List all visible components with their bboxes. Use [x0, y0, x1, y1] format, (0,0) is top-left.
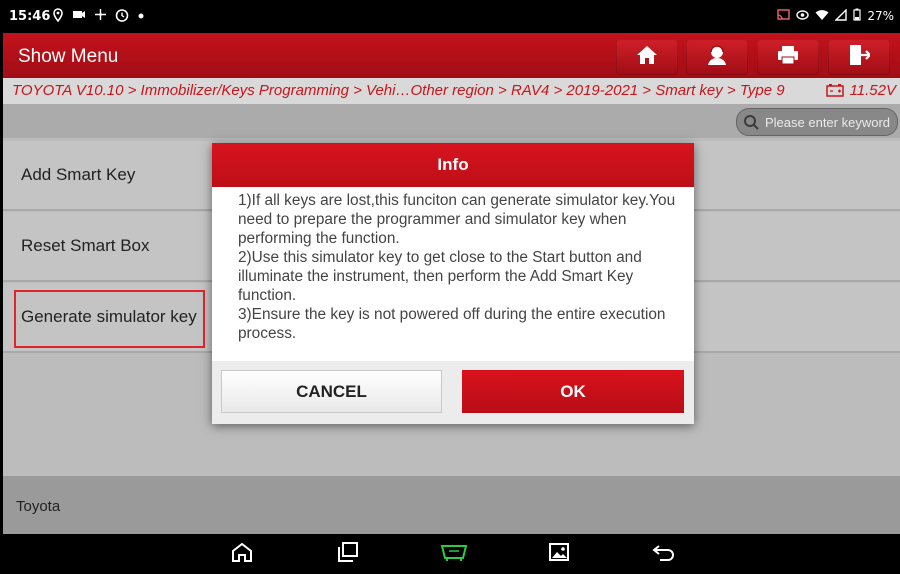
- system-nav-bar: [0, 534, 900, 574]
- search-row: [3, 104, 900, 138]
- location-icon: [52, 8, 64, 25]
- eye-icon: [796, 9, 810, 24]
- page-title: Show Menu: [18, 46, 119, 67]
- screenshot-icon: [548, 542, 570, 567]
- voltage-readout: 11.52V: [825, 78, 896, 104]
- exit-icon: [848, 44, 872, 71]
- dot-icon: [137, 8, 145, 25]
- battery-icon: [853, 8, 861, 24]
- home-button[interactable]: [616, 39, 678, 75]
- voltage-value: 11.52V: [849, 82, 896, 99]
- status-bar: 15:46 27%: [0, 0, 900, 33]
- selection-highlight: [14, 290, 205, 348]
- back-icon: [652, 542, 676, 567]
- home-icon: [636, 45, 658, 70]
- nav-recent-button[interactable]: [335, 541, 361, 567]
- video-icon: [72, 8, 86, 25]
- status-time: 15:46: [9, 9, 51, 24]
- footer-label: Toyota: [16, 498, 61, 515]
- dialog-line: 2)Use this simulator key to get close to…: [238, 249, 642, 304]
- cancel-button[interactable]: CANCEL: [221, 370, 442, 413]
- breadcrumb-path: TOYOTA V10.10 > Immobilizer/Keys Program…: [12, 82, 785, 99]
- info-dialog: Info 1)If all keys are lost,this funcito…: [212, 143, 694, 424]
- print-button[interactable]: [757, 39, 819, 75]
- dialog-button-row: CANCEL OK: [212, 361, 694, 424]
- print-icon: [777, 45, 799, 70]
- nav-screenshot-button[interactable]: [546, 542, 572, 566]
- signal-icon: [834, 7, 848, 24]
- fan-icon: [94, 8, 107, 25]
- cast-icon: [777, 8, 791, 24]
- menu-item-label: Add Smart Key: [21, 165, 136, 184]
- menu-item-label: Reset Smart Box: [21, 236, 150, 255]
- dialog-message: 1)If all keys are lost,this funciton can…: [238, 191, 678, 361]
- wifi-icon: [815, 9, 829, 24]
- dialog-line: 3)Ensure the key is not powered off duri…: [238, 306, 666, 342]
- nav-vci-button[interactable]: [438, 542, 470, 566]
- vci-icon: [439, 542, 469, 567]
- ok-button[interactable]: OK: [462, 370, 684, 413]
- search-box[interactable]: [736, 108, 900, 136]
- search-input[interactable]: [763, 113, 900, 131]
- footer-bar: Toyota: [3, 476, 900, 534]
- home-icon: [231, 542, 253, 567]
- battery-percent: 27%: [867, 9, 894, 23]
- timer-icon: [115, 8, 129, 25]
- recent-apps-icon: [337, 541, 359, 567]
- dialog-line: 1)If all keys are lost,this funciton can…: [238, 192, 676, 247]
- nav-back-button[interactable]: [651, 542, 677, 566]
- title-bar: Show Menu: [3, 33, 900, 78]
- dialog-title: Info: [212, 143, 694, 187]
- user-support-button[interactable]: [686, 39, 748, 75]
- search-icon: [743, 114, 759, 130]
- nav-home-button[interactable]: [229, 542, 255, 566]
- battery-voltage-icon: [825, 80, 844, 104]
- breadcrumb: TOYOTA V10.10 > Immobilizer/Keys Program…: [3, 78, 900, 104]
- user-support-icon: [705, 44, 729, 71]
- exit-button[interactable]: [828, 39, 890, 75]
